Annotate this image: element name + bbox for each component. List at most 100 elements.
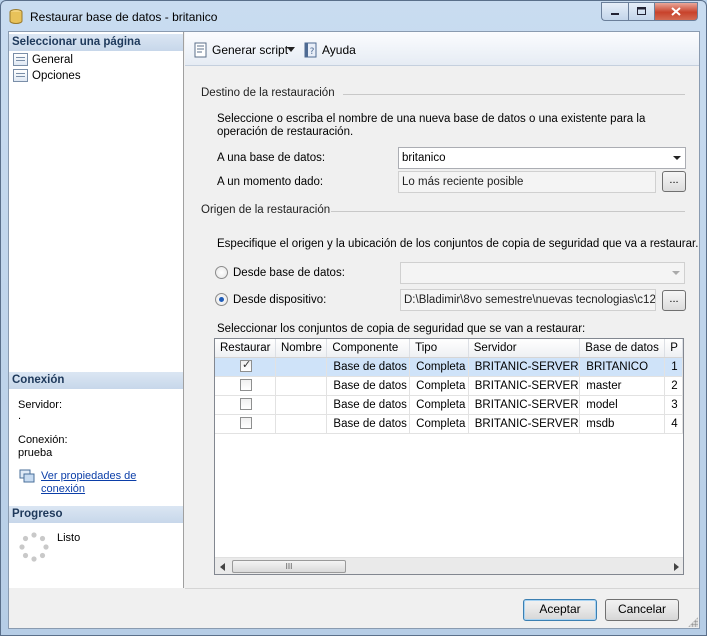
connection-header: Conexión — [9, 372, 183, 389]
component-cell: Base de datos — [326, 395, 411, 415]
destination-group-title: Destino de la restauración — [201, 87, 335, 99]
restore-cell — [215, 395, 276, 415]
name-cell — [275, 376, 328, 396]
page-item-options[interactable]: Opciones — [13, 69, 81, 82]
page-icon — [13, 69, 28, 82]
source-group-title: Origen de la restauración — [201, 204, 331, 216]
dialog-window: Restaurar base de datos - britanico Sele… — [0, 0, 707, 636]
component-cell: Base de datos — [326, 357, 411, 377]
help-label: Ayuda — [322, 43, 356, 57]
backup-sets-table: Restaurar Nombre Componente Tipo Servido… — [215, 339, 683, 434]
connection-label: Conexión: — [18, 434, 68, 446]
point-in-time-label: A un momento dado: — [217, 176, 324, 188]
type-cell: Completa — [409, 414, 469, 434]
connection-value: prueba — [18, 447, 53, 459]
from-device-label: Desde dispositivo: — [233, 294, 327, 306]
dialog-footer: Aceptar Cancelar — [185, 588, 699, 628]
restore-checkbox[interactable] — [240, 358, 252, 373]
page-item-general[interactable]: General — [13, 53, 73, 66]
svg-text:?: ? — [310, 47, 315, 57]
from-database-radio[interactable] — [215, 266, 228, 279]
column-header-component[interactable]: Componente — [326, 339, 411, 358]
destination-divider — [343, 94, 685, 95]
table-row[interactable]: Base de datos Completa BRITANIC-SERVER B… — [215, 357, 683, 377]
progress-header: Progreso — [9, 506, 183, 523]
position-cell: 1 — [664, 357, 683, 377]
horizontal-scrollbar[interactable]: III — [215, 557, 683, 574]
position-cell: 4 — [664, 414, 683, 434]
table-row[interactable]: Base de datos Completa BRITANIC-SERVER m… — [215, 395, 683, 415]
database-label: A una base de datos: — [217, 152, 326, 164]
title-bar[interactable]: Restaurar base de datos - britanico — [1, 1, 706, 31]
server-cell: BRITANIC-SERVER — [468, 414, 581, 434]
database-cell: model — [579, 395, 666, 415]
from-device-value: D:\Bladimir\8vo semestre\nuevas tecnolog… — [404, 294, 656, 306]
toolbar: Generar script ? Ayuda — [185, 32, 699, 66]
maximize-icon — [636, 7, 646, 15]
name-cell — [275, 357, 328, 377]
close-button[interactable] — [654, 2, 698, 21]
server-cell: BRITANIC-SERVER — [468, 395, 581, 415]
database-combo[interactable]: britanico — [398, 147, 686, 169]
window-title: Restaurar base de datos - britanico — [30, 10, 218, 24]
maximize-button[interactable] — [628, 2, 654, 21]
column-header-type[interactable]: Tipo — [409, 339, 469, 358]
server-cell: BRITANIC-SERVER — [468, 376, 581, 396]
position-cell: 3 — [664, 395, 683, 415]
help-button[interactable]: ? Ayuda — [303, 42, 356, 58]
position-cell: 2 — [664, 376, 683, 396]
minimize-icon — [610, 12, 619, 15]
server-cell: BRITANIC-SERVER — [468, 357, 581, 377]
from-database-label: Desde base de datos: — [233, 267, 345, 279]
view-connection-properties-link[interactable]: Ver propiedades de conexión — [41, 470, 136, 496]
minimize-button[interactable] — [601, 2, 628, 21]
table-row[interactable]: Base de datos Completa BRITANIC-SERVER m… — [215, 414, 683, 434]
backup-sets-grid[interactable]: Restaurar Nombre Componente Tipo Servido… — [214, 338, 684, 575]
type-cell: Completa — [409, 357, 469, 377]
from-device-browse-button[interactable]: ... — [662, 290, 686, 311]
dialog-client: Seleccionar una página General Opciones … — [8, 31, 700, 629]
accept-button[interactable]: Aceptar — [523, 599, 597, 621]
restore-cell — [215, 357, 276, 377]
database-value: britanico — [402, 152, 446, 164]
from-database-combo — [400, 262, 685, 284]
link-line-1: Ver propiedades de — [41, 470, 137, 482]
column-header-name[interactable]: Nombre — [275, 339, 328, 358]
restore-checkbox[interactable] — [240, 379, 252, 392]
column-header-database[interactable]: Base de datos — [579, 339, 666, 358]
backup-sets-label: Seleccionar los conjuntos de copia de se… — [217, 323, 586, 335]
scrollbar-thumb[interactable]: III — [232, 560, 346, 573]
page-label-options: Opciones — [32, 69, 81, 82]
cancel-button[interactable]: Cancelar — [605, 599, 679, 621]
window-controls — [601, 2, 698, 21]
link-line-2: conexión — [41, 483, 86, 495]
table-row[interactable]: Base de datos Completa BRITANIC-SERVER m… — [215, 376, 683, 396]
point-in-time-value: Lo más reciente posible — [402, 176, 524, 188]
resize-grip[interactable] — [688, 617, 698, 627]
column-header-server[interactable]: Servidor — [468, 339, 581, 358]
generate-script-button[interactable]: Generar script — [193, 42, 288, 58]
component-cell: Base de datos — [326, 376, 411, 396]
source-description: Especifique el origen y la ubicación de … — [217, 238, 699, 250]
point-in-time-field: Lo más reciente posible — [398, 171, 656, 193]
generate-script-label: Generar script — [212, 43, 289, 57]
database-cell: msdb — [579, 414, 666, 434]
scroll-left-arrow-icon[interactable] — [220, 563, 225, 571]
select-page-header: Seleccionar una página — [9, 34, 183, 51]
help-icon: ? — [304, 42, 317, 58]
database-icon — [9, 9, 23, 24]
restore-checkbox[interactable] — [240, 398, 252, 411]
from-device-path: D:\Bladimir\8vo semestre\nuevas tecnolog… — [400, 289, 656, 311]
from-device-radio[interactable] — [215, 293, 228, 306]
column-header-restore[interactable]: Restaurar — [215, 339, 276, 358]
restore-checkbox[interactable] — [240, 417, 252, 430]
chevron-down-icon[interactable] — [287, 47, 296, 53]
column-header-position[interactable]: P — [664, 339, 683, 358]
scroll-right-arrow-icon[interactable] — [674, 563, 679, 571]
destination-description: Seleccione o escriba el nombre de una nu… — [217, 113, 646, 138]
close-icon — [671, 7, 681, 16]
source-divider — [331, 211, 685, 212]
point-in-time-browse-button[interactable]: ... — [662, 171, 686, 192]
database-cell: master — [579, 376, 666, 396]
left-pane: Seleccionar una página General Opciones … — [9, 32, 184, 588]
